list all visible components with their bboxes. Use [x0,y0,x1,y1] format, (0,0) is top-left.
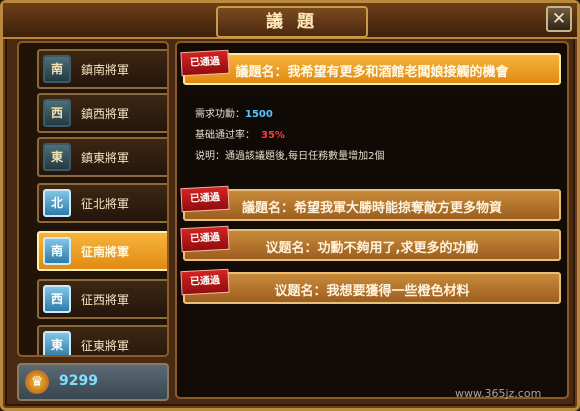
rank-label: 征東將軍 [81,339,130,353]
rank-label: 征西將軍 [81,293,130,307]
crown-coin-icon: ♛ [25,370,49,394]
topic-title: 議題名：我希望有更多和酒館老闆娘接觸的機會 [235,65,509,80]
title-bar: 議 題 ✕ [3,3,577,39]
rate-label: 基础通过率： [195,130,255,141]
topic-list: 議題名：我希望有更多和酒館老闆娘接觸的機會 已通過 需求功勳：1500 基础通过… [175,41,569,399]
rank-list: 南 鎮南將軍 西 鎮西將軍 東 鎮東將軍 北 征北將軍 南 征南將軍 西 征西將… [17,41,169,357]
window-title: 議 題 [216,6,368,38]
banner-icon: 南 [43,55,71,83]
merit-value: 1500 [245,109,273,120]
close-button[interactable]: ✕ [546,6,572,32]
pass-rate: 基础通过率： 35% [195,126,285,141]
rank-item-zhengnan[interactable]: 南 征南將軍 [37,231,167,271]
topic-title: 議題名：希望我軍大勝時能掠奪敵方更多物資 [241,201,502,216]
banner-icon: 西 [43,285,71,313]
banner-icon: 北 [43,189,71,217]
rate-value: 35% [261,130,285,141]
merit-requirement: 需求功勳：1500 [195,105,273,120]
merit-label: 需求功勳： [195,109,245,120]
rank-item-zhengdong[interactable]: 東 征東將軍 [37,325,167,355]
topic-item[interactable]: 议题名：我想要獲得一些橙色材料 [183,272,561,304]
banner-icon: 東 [43,143,71,171]
rank-label: 鎮東將軍 [81,151,130,165]
rank-item-zhenxi[interactable]: 西 鎮西將軍 [37,93,167,133]
banner-icon: 南 [43,237,71,265]
watermark: www.365jz.com [455,387,542,400]
rank-label: 征南將軍 [81,245,130,259]
topic-item[interactable]: 議題名：希望我軍大勝時能掠奪敵方更多物資 [183,189,561,221]
rank-label: 鎮西將軍 [81,107,130,121]
rank-item-zhengxi[interactable]: 西 征西將軍 [37,279,167,319]
banner-icon: 西 [43,99,71,127]
passed-badge: 已通過 [180,49,230,77]
merit-amount: 9299 [59,373,98,389]
rank-label: 征北將軍 [81,197,130,211]
rank-label: 鎮南將軍 [81,63,130,77]
topic-details: 需求功勳：1500 基础通过率： 35% 说明：通過該議題後,每日任務數量增加2個 [183,95,561,187]
banner-icon: 東 [43,331,71,355]
desc-value: 通過該議題後,每日任務數量增加2個 [225,151,385,162]
topic-title: 议题名：功勳不夠用了,求更多的功勳 [265,241,479,256]
topic-description: 说明：通過該議題後,每日任務數量增加2個 [195,147,385,162]
passed-badge: 已通過 [180,225,230,253]
topic-item[interactable]: 议题名：功勳不夠用了,求更多的功勳 [183,229,561,261]
council-window: 議 題 ✕ 南 鎮南將軍 西 鎮西將軍 東 鎮東將軍 北 征北將軍 南 征南將軍… [0,0,580,411]
topic-title: 议题名：我想要獲得一些橙色材料 [274,284,470,299]
rank-item-zhennan[interactable]: 南 鎮南將軍 [37,49,167,89]
rank-item-zhendong[interactable]: 東 鎮東將軍 [37,137,167,177]
desc-label: 说明： [195,151,225,162]
topic-item[interactable]: 議題名：我希望有更多和酒館老闆娘接觸的機會 [183,53,561,85]
rank-item-zhengbei[interactable]: 北 征北將軍 [37,183,167,223]
merit-balance: ♛ 9299 [17,363,169,401]
passed-badge: 已通過 [180,268,230,296]
passed-badge: 已通過 [180,185,230,213]
